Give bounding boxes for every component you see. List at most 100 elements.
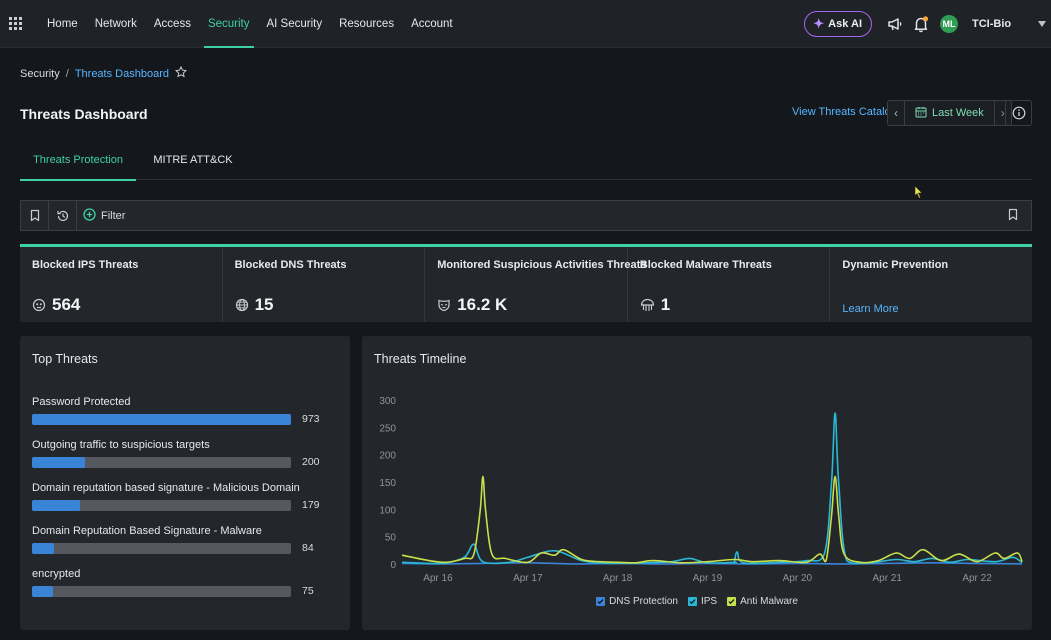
stat-blocked-ips[interactable]: Blocked IPS Threats 564 xyxy=(20,247,223,322)
date-range-label: Last Week xyxy=(932,107,984,119)
top-threat-count: 973 xyxy=(302,413,320,425)
sparkle-icon: ✦ xyxy=(813,16,825,31)
stat-label: Blocked IPS Threats xyxy=(32,259,139,271)
stat-label: Blocked Malware Threats xyxy=(639,259,772,271)
top-threat-item[interactable]: encrypted 75 xyxy=(32,568,338,597)
x-tick-label: Apr 19 xyxy=(693,573,723,584)
stat-label: Blocked DNS Threats xyxy=(234,259,347,271)
x-tick-label: Apr 18 xyxy=(603,573,633,584)
y-tick-label: 150 xyxy=(379,478,396,489)
nav-home[interactable]: Home xyxy=(39,0,86,48)
megaphone-icon[interactable] xyxy=(882,11,908,37)
y-tick-label: 250 xyxy=(379,423,396,434)
jellyfish-icon xyxy=(640,298,654,311)
topbar-actions: ✦ Ask AI ML TCI-Bio xyxy=(804,0,1051,48)
chart-legend: DNS Protection IPS Anti Malware xyxy=(362,596,1032,607)
x-tick-label: Apr 16 xyxy=(423,573,453,584)
top-threat-label: Domain Reputation Based Signature - Malw… xyxy=(32,525,262,537)
org-dropdown-icon[interactable] xyxy=(1038,21,1046,27)
top-threat-count: 200 xyxy=(302,456,320,468)
top-threat-count: 179 xyxy=(302,499,320,511)
previous-range-button[interactable]: ‹ xyxy=(888,101,904,125)
globe-icon xyxy=(235,298,248,312)
top-threat-bar xyxy=(32,500,291,511)
y-tick-label: 0 xyxy=(390,560,396,571)
legend-item[interactable]: DNS Protection xyxy=(596,596,678,607)
nav-security[interactable]: Security xyxy=(200,0,258,48)
nav-access[interactable]: Access xyxy=(146,0,199,48)
legend-label: DNS Protection xyxy=(609,596,678,607)
tab-threats-protection[interactable]: Threats Protection xyxy=(20,140,136,181)
nav-network[interactable]: Network xyxy=(87,0,145,48)
add-filter-button[interactable]: Filter xyxy=(77,207,126,224)
top-threat-item[interactable]: Domain Reputation Based Signature - Malw… xyxy=(32,525,338,554)
dashboard-tabs: Threats Protection MITRE ATT&CK xyxy=(20,140,1032,181)
main-nav: Home Network Access Security AI Security Reso… xyxy=(39,0,462,48)
breadcrumb-security[interactable]: Security xyxy=(20,68,60,80)
stat-dynamic-prevention: Dynamic Prevention Learn More xyxy=(830,247,1032,322)
stat-value: 1 xyxy=(640,295,670,315)
top-threats-title: Top Threats xyxy=(32,352,98,366)
stat-value: 16.2 K xyxy=(437,295,507,315)
shield-bug-icon xyxy=(32,298,46,312)
nav-ai-security[interactable]: AI Security xyxy=(259,0,331,48)
stat-blocked-malware[interactable]: Blocked Malware Threats 1 xyxy=(628,247,831,322)
date-range-picker[interactable]: Last Week xyxy=(904,101,995,125)
series-line-anti-malware[interactable] xyxy=(401,475,1023,564)
top-threat-bar-fill xyxy=(32,457,86,468)
top-threat-count: 75 xyxy=(302,585,314,597)
top-threat-item[interactable]: Domain reputation based signature - Mali… xyxy=(32,482,338,511)
breadcrumb-separator: / xyxy=(65,67,69,80)
threats-timeline-panel: Threats Timeline 0 50 100 150 200 250 300 Apr 1… xyxy=(362,336,1032,630)
info-icon xyxy=(1012,106,1025,120)
date-range-control: ‹ Last Week › xyxy=(887,100,1012,126)
nav-account[interactable]: Account xyxy=(403,0,461,48)
tab-mitre-attack[interactable]: MITRE ATT&CK xyxy=(145,140,241,180)
top-threat-count: 84 xyxy=(302,542,314,554)
checkbox-checked-icon xyxy=(596,597,606,606)
legend-item[interactable]: Anti Malware xyxy=(727,596,798,607)
top-threat-item[interactable]: Outgoing traffic to suspicious targets 20… xyxy=(32,439,338,468)
org-name[interactable]: TCI-Bio xyxy=(972,18,1038,30)
x-tick-label: Apr 21 xyxy=(872,573,902,584)
ask-ai-button[interactable]: ✦ Ask AI xyxy=(804,11,872,37)
page-title: Threats Dashboard xyxy=(20,106,148,122)
top-threat-bar xyxy=(32,543,291,554)
star-favorite-icon[interactable] xyxy=(175,65,187,81)
filter-label: Filter xyxy=(101,209,126,222)
saved-filters-button[interactable] xyxy=(21,201,49,230)
stat-monitored-suspicious[interactable]: Monitored Suspicious Activities Threats … xyxy=(425,247,646,322)
nav-resources[interactable]: Resources xyxy=(331,0,402,48)
top-navigation-bar: Home Network Access Security AI Security Reso… xyxy=(0,0,1051,48)
stat-value: 15 xyxy=(235,295,274,315)
stat-blocked-dns[interactable]: Blocked DNS Threats 15 xyxy=(223,247,426,322)
info-button[interactable] xyxy=(1005,100,1032,126)
y-tick-label: 50 xyxy=(385,533,397,544)
history-icon xyxy=(56,210,68,221)
bookmark-icon xyxy=(30,209,39,222)
checkbox-checked-icon xyxy=(727,597,737,606)
view-threats-catalog-link[interactable]: View Threats Catalog xyxy=(792,106,897,118)
top-threat-bar-fill xyxy=(32,414,291,425)
top-threat-bar-fill xyxy=(32,586,53,597)
top-threat-bar-fill xyxy=(32,543,55,554)
filter-bar: Filter xyxy=(20,200,1032,231)
top-threat-item[interactable]: Password Protected 973 xyxy=(32,396,338,425)
filter-history-button[interactable] xyxy=(49,201,77,230)
x-tick-label: Apr 17 xyxy=(513,573,543,584)
top-threat-bar xyxy=(32,457,291,468)
legend-item[interactable]: IPS xyxy=(687,596,717,607)
threats-timeline-chart: 0 50 100 150 200 250 300 Apr 16 Apr 17 Apr 18 Apr … xyxy=(379,396,1023,584)
top-threat-label: encrypted xyxy=(32,568,81,580)
top-threat-label: Password Protected xyxy=(32,396,131,408)
app-launcher-icon[interactable] xyxy=(2,0,28,48)
top-threat-bar xyxy=(32,414,291,425)
top-threat-label: Outgoing traffic to suspicious targets xyxy=(32,439,210,451)
notifications-bell-icon[interactable] xyxy=(908,11,934,37)
top-threat-bar xyxy=(32,586,291,597)
save-filter-bookmark-icon[interactable] xyxy=(1007,208,1019,224)
series-line-ips[interactable] xyxy=(401,412,1023,565)
user-avatar[interactable]: ML xyxy=(940,15,958,33)
learn-more-link[interactable]: Learn More xyxy=(842,303,898,315)
ask-ai-label: Ask AI xyxy=(828,18,862,30)
